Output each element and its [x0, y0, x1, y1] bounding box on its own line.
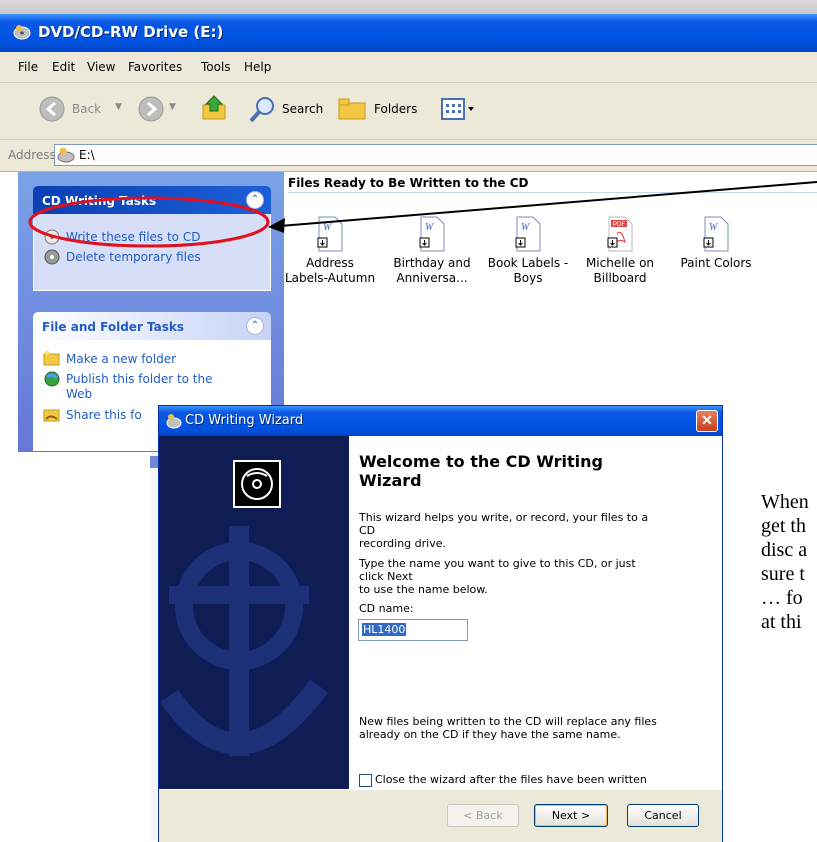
- cd-name-value: HL1400: [362, 623, 407, 636]
- wizard-title: CD Writing Wizard: [185, 413, 304, 428]
- wizard-note-line1: New files being written to the CD will r…: [359, 715, 657, 728]
- cd-name-input[interactable]: HL1400: [358, 619, 468, 641]
- cancel-button[interactable]: Cancel: [627, 804, 699, 827]
- wizard-instructions-line2: to use the name below.: [359, 583, 488, 596]
- wizard-heading: Welcome to the CD Writing Wizard: [359, 452, 603, 490]
- next-button[interactable]: Next >: [534, 804, 608, 827]
- pointer-arrow: [279, 181, 817, 227]
- slide-caption: When get th disc a sure t … fo at thi: [761, 490, 809, 634]
- caption-line: sure t: [761, 563, 805, 585]
- caption-line: … fo: [761, 587, 803, 609]
- wizard-intro: This wizard helps you write, or record, …: [359, 511, 659, 550]
- close-wizard-checkbox-label[interactable]: Close the wizard after the files have be…: [375, 773, 715, 786]
- caption-line: at thi: [761, 611, 802, 633]
- wizard-side-banner: [159, 436, 349, 789]
- close-icon[interactable]: ✕: [696, 410, 718, 432]
- wizard-note: New files being written to the CD will r…: [359, 715, 659, 741]
- cd-name-label: CD name:: [359, 602, 414, 615]
- highlight-ellipse: [28, 196, 270, 248]
- wizard-instructions-line1: Type the name you want to give to this C…: [359, 557, 636, 583]
- close-wizard-checkbox[interactable]: [359, 774, 372, 787]
- cd-drive-icon: [166, 413, 182, 434]
- caption-line: When: [761, 491, 809, 513]
- caption-line: disc a: [761, 539, 808, 561]
- wizard-heading-line1: Welcome to the CD Writing: [359, 452, 603, 471]
- cd-writing-wizard-dialog: CD Writing Wizard ✕ Welcome to the CD Wr…: [158, 405, 723, 842]
- wizard-title-bar[interactable]: CD Writing Wizard ✕: [159, 406, 722, 436]
- wizard-intro-line2: recording drive.: [359, 537, 446, 550]
- cd-logo-icon: [233, 460, 281, 508]
- wizard-footer: < Back Next > Cancel: [159, 789, 722, 842]
- pointer-arrowhead-icon: [268, 218, 285, 233]
- wizard-instructions: Type the name you want to give to this C…: [359, 557, 659, 596]
- wizard-content: Welcome to the CD Writing Wizard This wi…: [349, 436, 722, 789]
- wizard-heading-line2: Wizard: [359, 471, 422, 490]
- caption-line: get th: [761, 515, 806, 537]
- back-button[interactable]: < Back: [447, 804, 519, 827]
- wizard-note-line2: already on the CD if they have the same …: [359, 728, 621, 741]
- wizard-intro-line1: This wizard helps you write, or record, …: [359, 511, 649, 537]
